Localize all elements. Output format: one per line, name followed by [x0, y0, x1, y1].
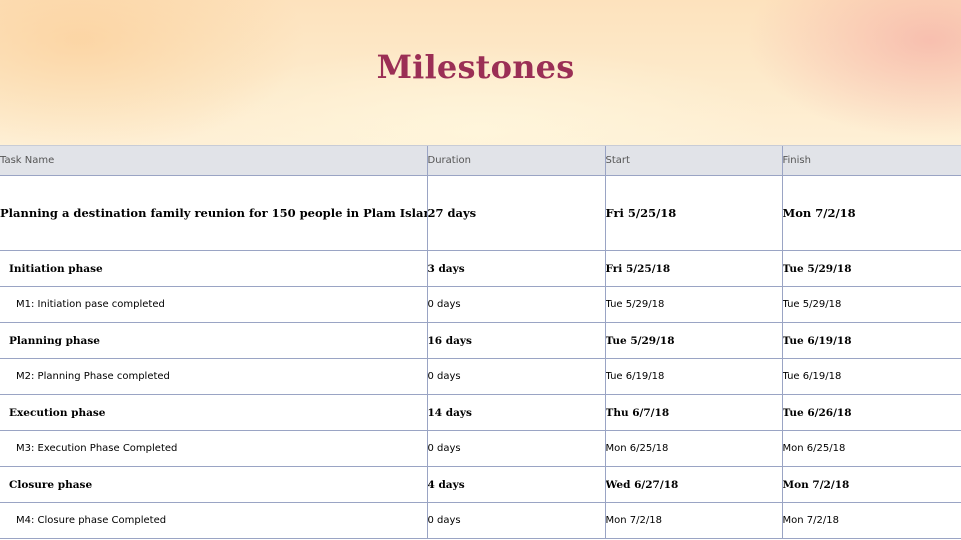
- start-cell: Tue 6/19/18: [604, 358, 782, 395]
- start-cell: Mon 7/2/18: [604, 502, 782, 539]
- task-name-cell: Planning phase: [0, 322, 427, 359]
- finish-cell: Tue 5/29/18: [781, 286, 961, 323]
- start-cell: Thu 6/7/18: [604, 394, 782, 431]
- duration-cell: 0 days: [426, 430, 605, 467]
- table-row: M3: Execution Phase Completed 0 days Mon 6…: [0, 430, 961, 467]
- table-header-row: Task Name Duration Start Finish: [0, 145, 961, 176]
- finish-cell: Mon 7/2/18: [781, 466, 961, 503]
- task-name-cell: M4: Closure phase Completed: [0, 502, 427, 539]
- milestones-table: Task Name Duration Start Finish Planning…: [0, 145, 961, 539]
- start-cell: Tue 5/29/18: [604, 286, 782, 323]
- table-row: M2: Planning Phase completed 0 days Tue 6/…: [0, 358, 961, 395]
- task-name-cell: M2: Planning Phase completed: [0, 358, 427, 395]
- finish-cell: Tue 6/26/18: [781, 394, 961, 431]
- finish-cell: Tue 5/29/18: [781, 250, 961, 287]
- task-name-cell: M3: Execution Phase Completed: [0, 430, 427, 467]
- duration-cell: 3 days: [426, 250, 605, 287]
- duration-cell: 16 days: [426, 322, 605, 359]
- task-name-cell: M1: Initiation pase completed: [0, 286, 427, 323]
- table-row: Planning a destination family reunion fo…: [0, 175, 961, 251]
- finish-cell: Mon 7/2/18: [781, 175, 961, 251]
- slide-title: Milestones: [376, 48, 575, 86]
- duration-cell: 4 days: [426, 466, 605, 503]
- table-row: M4: Closure phase Completed 0 days Mon 7/2…: [0, 502, 961, 539]
- start-cell: Wed 6/27/18: [604, 466, 782, 503]
- finish-cell: Tue 6/19/18: [781, 322, 961, 359]
- table-row: Initiation phase 3 days Fri 5/25/18 Tue 5/2…: [0, 250, 961, 287]
- task-name-cell: Initiation phase: [0, 250, 427, 287]
- duration-cell: 27 days: [426, 175, 605, 251]
- duration-cell: 0 days: [426, 358, 605, 395]
- duration-cell: 0 days: [426, 286, 605, 323]
- table-body: Planning a destination family reunion fo…: [0, 175, 961, 539]
- table-row: Execution phase 14 days Thu 6/7/18 Tue 6/26…: [0, 394, 961, 431]
- header-task-name: Task Name: [0, 145, 427, 176]
- finish-cell: Mon 7/2/18: [781, 502, 961, 539]
- task-name-cell: Closure phase: [0, 466, 427, 503]
- table-row: Closure phase 4 days Wed 6/27/18 Mon 7/2/18: [0, 466, 961, 503]
- start-cell: Fri 5/25/18: [604, 175, 782, 251]
- finish-cell: Mon 6/25/18: [781, 430, 961, 467]
- finish-cell: Tue 6/19/18: [781, 358, 961, 395]
- table-row: Planning phase 16 days Tue 5/29/18 Tue 6/19…: [0, 322, 961, 359]
- start-cell: Mon 6/25/18: [604, 430, 782, 467]
- start-cell: Fri 5/25/18: [604, 250, 782, 287]
- slide: Milestones Task Name Duration Start Fini…: [0, 0, 961, 540]
- task-name-cell: Execution phase: [0, 394, 427, 431]
- header-start: Start: [604, 145, 782, 176]
- table-row: M1: Initiation pase completed 0 days Tue 5…: [0, 286, 961, 323]
- start-cell: Tue 5/29/18: [604, 322, 782, 359]
- duration-cell: 14 days: [426, 394, 605, 431]
- task-name-cell: Planning a destination family reunion fo…: [0, 175, 427, 251]
- header-finish: Finish: [781, 145, 961, 176]
- header-duration: Duration: [426, 145, 605, 176]
- duration-cell: 0 days: [426, 502, 605, 539]
